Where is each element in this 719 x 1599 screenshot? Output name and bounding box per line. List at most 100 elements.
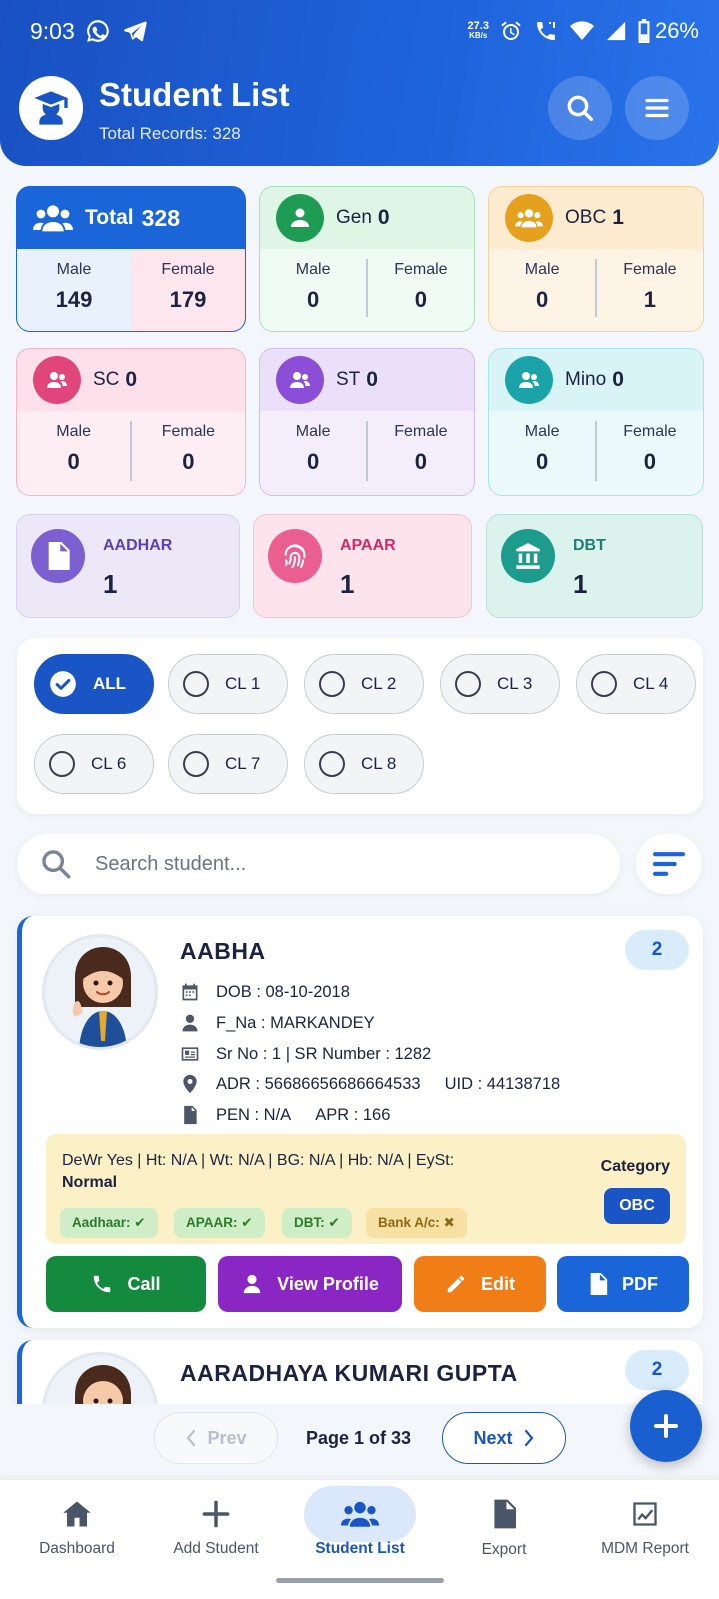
search-button[interactable] — [548, 76, 612, 140]
prev-label: Prev — [207, 1427, 247, 1448]
search-icon — [567, 95, 594, 122]
filter-chip-cl7[interactable]: CL 7 — [168, 734, 288, 794]
whatsapp-icon — [86, 20, 109, 42]
check-circle-icon — [50, 671, 76, 697]
view-profile-button[interactable]: View Profile — [218, 1256, 402, 1312]
st-card[interactable]: ST 0 Male 0 Female 0 — [259, 348, 475, 496]
dbt-tag: DBT: ✔ — [282, 1208, 352, 1238]
battery-percent: 26% — [654, 18, 699, 43]
users-icon — [340, 1501, 380, 1527]
nav-add-student[interactable]: Add Student — [156, 1488, 276, 1570]
nav-label: MDM Report — [601, 1540, 689, 1557]
edit-label: Edit — [481, 1273, 515, 1294]
search-bar — [17, 834, 620, 894]
student-card[interactable]: AABHA 2 DOB : 08-10-2018 F_Na : MARKANDE… — [17, 916, 703, 1328]
nav-student-list[interactable]: Student List — [300, 1486, 420, 1570]
filter-chip-label: CL 7 — [225, 754, 261, 773]
filter-chip-cl1[interactable]: CL 1 — [168, 654, 288, 714]
nav-export[interactable]: Export — [444, 1488, 564, 1570]
battery-icon — [638, 19, 650, 43]
female-count: 1 — [643, 287, 656, 312]
prev-button[interactable]: Prev — [154, 1412, 278, 1464]
add-fab-button[interactable] — [630, 1390, 702, 1462]
view-profile-label: View Profile — [277, 1273, 379, 1294]
page-indicator: Page 1 of 33 — [306, 1428, 412, 1448]
alarm-icon — [501, 21, 521, 40]
next-label: Next — [473, 1427, 513, 1448]
student-apr: APR : 166 — [315, 1105, 391, 1124]
male-count: 0 — [536, 449, 549, 474]
obc-card[interactable]: OBC 1 Male 0 Female 1 — [488, 186, 704, 332]
nav-dashboard[interactable]: Dashboard — [17, 1488, 137, 1570]
st-count: 0 — [366, 368, 378, 391]
next-button[interactable]: Next — [442, 1412, 566, 1464]
filter-chip-cl3[interactable]: CL 3 — [440, 654, 560, 714]
sc-card[interactable]: SC 0 Male 0 Female 0 — [16, 348, 246, 496]
menu-button[interactable] — [625, 76, 689, 140]
edit-button[interactable]: Edit — [414, 1256, 546, 1312]
status-time: 9:03 — [30, 17, 75, 44]
filter-chip-cl4[interactable]: CL 4 — [576, 654, 696, 714]
male-count: 149 — [55, 287, 93, 312]
search-icon — [42, 850, 71, 879]
class-badge: 2 — [625, 1350, 689, 1390]
dbt-value: 1 — [573, 569, 588, 599]
gen-card[interactable]: Gen 0 Male 0 Female 0 — [259, 186, 475, 332]
female-label: Female — [161, 261, 215, 278]
filter-chip-all[interactable]: ALL — [34, 654, 154, 714]
female-label: Female — [394, 423, 448, 440]
male-count: 0 — [307, 449, 320, 474]
male-label: Male — [56, 423, 91, 440]
apaar-card[interactable]: APAAR 1 — [253, 514, 472, 618]
id-card-icon — [181, 1047, 199, 1061]
total-records: Total Records: 328 — [99, 124, 241, 143]
male-label: Male — [524, 261, 560, 278]
student-name: AABHA — [180, 938, 266, 964]
female-count: 0 — [414, 449, 427, 474]
female-count: 0 — [182, 449, 195, 474]
filter-chip-cl2[interactable]: CL 2 — [304, 654, 424, 714]
user-group-icon — [276, 356, 324, 404]
pdf-button[interactable]: PDF — [557, 1256, 689, 1312]
search-input[interactable] — [95, 852, 535, 876]
class-filter-panel: ALL CL 1 CL 2 CL 3 CL 4 CL 6 CL 7 CL 8 — [17, 638, 703, 814]
pencil-icon — [447, 1275, 465, 1293]
filter-chip-cl6[interactable]: CL 6 — [34, 734, 154, 794]
home-icon — [63, 1501, 91, 1527]
telegram-icon — [123, 21, 147, 42]
student-father: F_Na : MARKANDEY — [216, 1013, 375, 1032]
bank-icon — [501, 529, 555, 583]
female-label: Female — [161, 423, 216, 440]
radio-icon — [183, 671, 209, 697]
net-speed-unit: KB/s — [469, 31, 488, 40]
aadhar-label: AADHAR — [103, 537, 173, 554]
menu-icon — [645, 98, 669, 118]
female-label: Female — [623, 261, 677, 278]
bank-tag: Bank A/c: ✖ — [366, 1208, 467, 1238]
aadhaar-tag: Aadhaar: ✔ — [60, 1208, 158, 1238]
call-button[interactable]: Call — [46, 1256, 206, 1312]
male-count: 0 — [67, 449, 80, 474]
filter-chip-label: CL 3 — [497, 674, 533, 693]
sc-label: SC — [93, 369, 120, 390]
total-card[interactable]: Total 328 Male 149 Female 179 — [16, 186, 246, 332]
student-uid: UID : 44138718 — [444, 1074, 561, 1093]
file-icon — [184, 1105, 197, 1125]
user-group-icon — [33, 356, 81, 404]
page-title: Student List — [99, 76, 290, 113]
filter-chip-label: CL 6 — [91, 754, 127, 773]
calendar-icon — [182, 983, 198, 1001]
sr-row: Sr No : 1 | SR Number : 1282 — [180, 1044, 431, 1064]
nav-mdm-report[interactable]: MDM Report — [585, 1488, 705, 1570]
male-label: Male — [295, 261, 331, 278]
aadhar-card[interactable]: AADHAR 1 — [16, 514, 240, 618]
dbt-card[interactable]: DBT 1 — [486, 514, 703, 618]
sort-button[interactable] — [636, 834, 702, 894]
app-header: 9:03 27.3 KB/s 26% Student List Total Re… — [0, 0, 719, 166]
sc-count: 0 — [125, 368, 138, 391]
filter-chip-cl8[interactable]: CL 8 — [304, 734, 424, 794]
mino-card[interactable]: Mino 0 Male 0 Female 0 — [488, 348, 704, 496]
female-label: Female — [394, 261, 448, 278]
status-bar: 9:03 27.3 KB/s 26% — [30, 14, 699, 48]
gen-label: Gen — [336, 207, 372, 228]
